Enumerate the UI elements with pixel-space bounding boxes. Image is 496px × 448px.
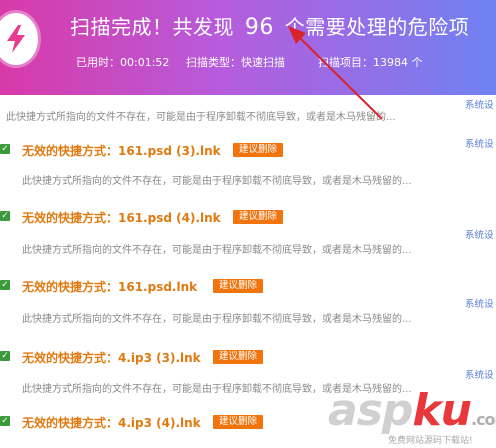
item-category: 系统设 bbox=[465, 100, 494, 111]
suggest-delete-button[interactable]: 建议删除 bbox=[233, 143, 284, 157]
checkbox[interactable]: ✓ bbox=[0, 144, 10, 154]
watermark-subtitle: 免费网站源码下载站! bbox=[388, 436, 473, 446]
scan-type: 扫描类型：快速扫描 bbox=[186, 56, 285, 69]
scan-headline: 扫描完成！共发现 96 个需要处理的危险项 bbox=[70, 11, 469, 40]
time-used: 已用时：00:01:52 bbox=[76, 56, 170, 69]
suggest-delete-button[interactable]: 建议删除 bbox=[213, 350, 264, 364]
item-description: 此快捷方式所指向的文件不存在，可能是由于程序卸载不彻底导致，或者是木马残留的..… bbox=[22, 314, 412, 325]
list-item[interactable]: ✓ 无效的快捷方式：161.psd.lnk 建议删除 系统设 此快捷方式所指向的… bbox=[0, 276, 496, 326]
item-title: 无效的快捷方式：4.ip3 (4).lnk bbox=[22, 416, 201, 430]
list-item[interactable]: ✓ 无效的快捷方式：161.psd (3).lnk 建议删除 系统设 此快捷方式… bbox=[0, 139, 496, 190]
scan-result-header: 扫描完成！共发现 96 个需要处理的危险项 已用时：00:01:52 扫描类型：… bbox=[0, 0, 496, 95]
checkbox[interactable]: ✓ bbox=[0, 211, 10, 221]
suggest-delete-button[interactable]: 建议删除 bbox=[213, 415, 264, 429]
headline-prefix: 扫描完成！共发现 bbox=[70, 15, 234, 39]
logo bbox=[0, 13, 38, 65]
checkbox[interactable]: ✓ bbox=[0, 351, 10, 361]
watermark: aspku.com 免费网站源码下载站! bbox=[328, 385, 496, 448]
checkbox[interactable]: ✓ bbox=[0, 416, 10, 426]
item-title: 无效的快捷方式：161.psd (4).lnk bbox=[22, 211, 221, 225]
suggest-delete-button[interactable]: 建议删除 bbox=[233, 210, 284, 224]
danger-count: 96 bbox=[244, 15, 274, 40]
item-description: 此快捷方式所指向的文件不存在，可能是由于程序卸载不彻底导致，或者是木马残留的..… bbox=[6, 112, 396, 123]
item-description: 此快捷方式所指向的文件不存在，可能是由于程序卸载不彻底导致，或者是木马残留的..… bbox=[22, 176, 412, 187]
item-title: 无效的快捷方式：161.psd (3).lnk bbox=[22, 144, 221, 158]
headline-suffix: 个需要处理的危险项 bbox=[284, 15, 470, 39]
item-description: 此快捷方式所指向的文件不存在，可能是由于程序卸载不彻底导致，或者是木马残留的..… bbox=[22, 245, 412, 256]
item-category: 系统设 bbox=[465, 370, 494, 381]
watermark-logo: aspku.com bbox=[328, 385, 496, 436]
item-title: 无效的快捷方式：4.ip3 (3).lnk bbox=[22, 351, 201, 365]
item-category: 系统设 bbox=[465, 139, 494, 150]
lightning-bolt-icon bbox=[7, 25, 25, 53]
item-category: 系统设 bbox=[465, 299, 494, 310]
list-item[interactable]: 系统设 此快捷方式所指向的文件不存在，可能是由于程序卸载不彻底导致，或者是木马残… bbox=[0, 95, 496, 145]
list-item[interactable]: ✓ 无效的快捷方式：161.psd (4).lnk 建议删除 系统设 此快捷方式… bbox=[0, 207, 496, 257]
checkbox[interactable]: ✓ bbox=[0, 280, 10, 290]
item-title: 无效的快捷方式：161.psd.lnk bbox=[22, 280, 198, 294]
item-category: 系统设 bbox=[465, 230, 494, 241]
scan-items: 扫描项目：13984 个 bbox=[318, 56, 423, 69]
suggest-delete-button[interactable]: 建议删除 bbox=[213, 279, 264, 293]
